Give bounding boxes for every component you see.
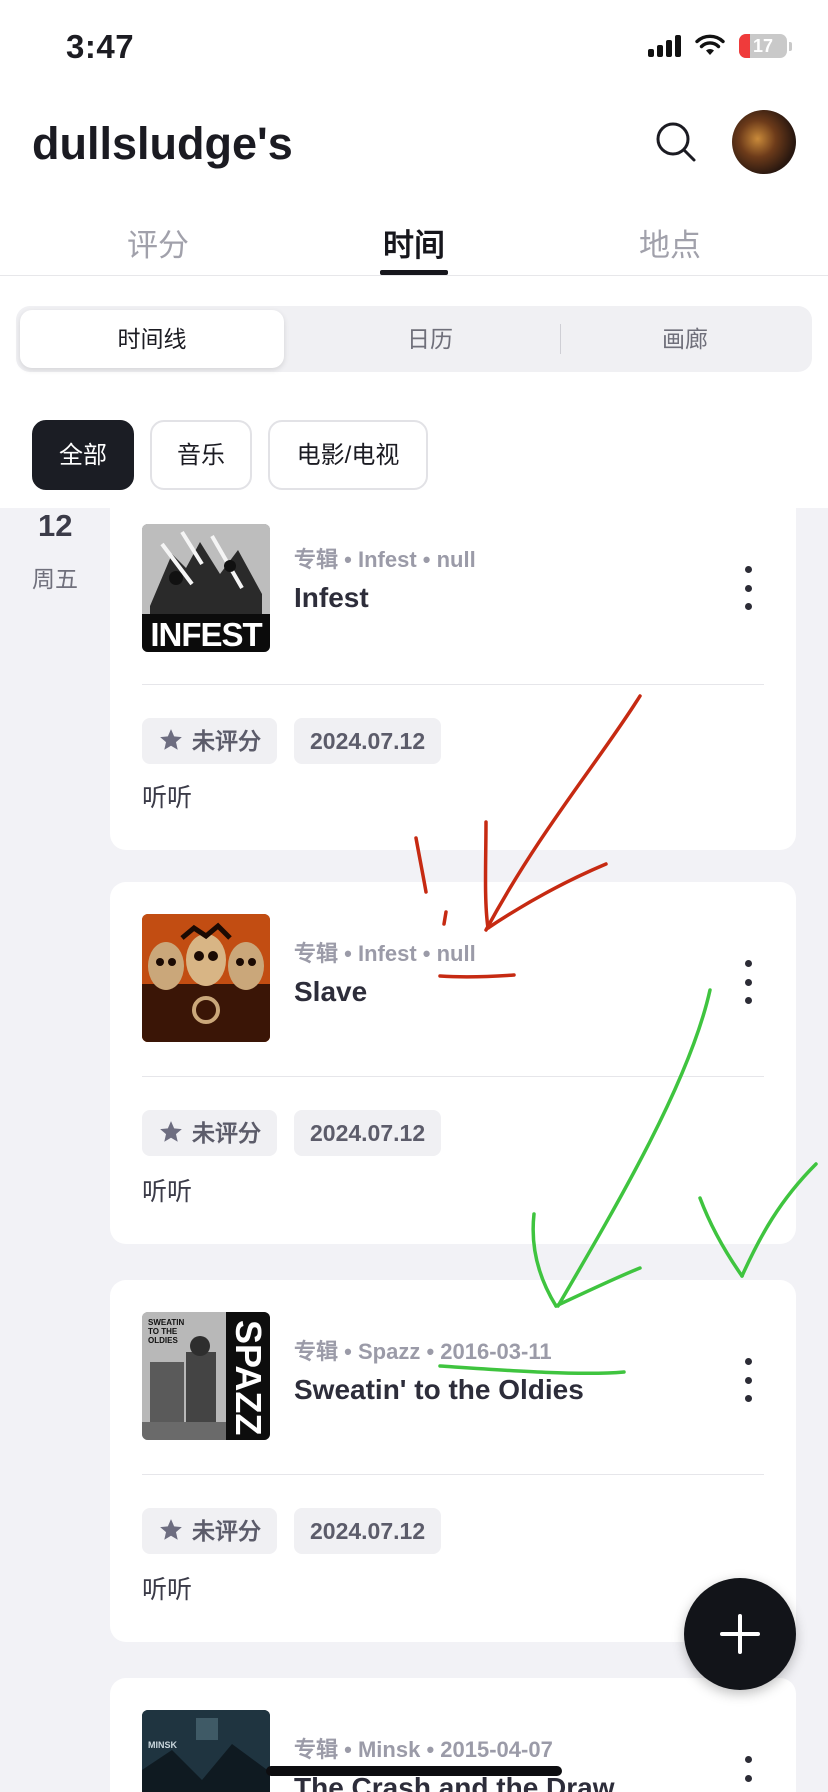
timeline-card-slave[interactable]: 专辑 • Infest • null Slave 未评分 2024.07.12 … — [110, 882, 796, 1244]
album-cover-subtitle: SWEATIN TO THE OLDIES — [148, 1318, 185, 1345]
card-divider — [142, 1474, 764, 1475]
item-release-date: null — [436, 941, 476, 966]
item-title[interactable]: Sweatin' to the Oldies — [294, 1374, 584, 1406]
battery-level: 17 — [752, 36, 774, 56]
item-meta: 专辑 • Spazz • 2016-03-11 — [294, 1334, 552, 1366]
item-type: 专辑 — [294, 941, 339, 966]
meta-separator: • — [426, 1339, 435, 1364]
active-tab-indicator — [380, 270, 448, 275]
item-meta: 专辑 • Infest • null — [294, 936, 476, 968]
item-type: 专辑 — [294, 1339, 339, 1364]
home-indicator — [266, 1766, 562, 1776]
item-release-date: 2015-04-07 — [440, 1737, 553, 1762]
filter-music[interactable]: 音乐 — [150, 420, 252, 490]
item-type: 专辑 — [294, 1737, 339, 1762]
rating-tag[interactable]: 未评分 — [142, 1110, 277, 1156]
status-bar: 3:47 17 — [0, 0, 828, 100]
more-options-button[interactable] — [736, 1358, 760, 1402]
status-icons: 17 — [648, 34, 792, 58]
star-icon — [160, 1519, 182, 1540]
album-cover-title: SPAZZ — [228, 1320, 269, 1436]
album-cover-infest[interactable]: INFEST — [142, 524, 270, 652]
album-cover-sweatin[interactable]: SWEATIN TO THE OLDIES SPAZZ — [142, 1312, 270, 1440]
view-segmented-control: 时间线 日历 画廊 — [16, 306, 812, 372]
day-weekday: 周五 — [32, 566, 78, 592]
meta-separator: • — [422, 941, 431, 966]
status-time: 3:47 — [66, 28, 135, 65]
item-note: 听听 — [142, 1576, 193, 1604]
timeline-card-infest[interactable]: INFEST 专辑 • Infest • null Infest 未评分 202… — [110, 508, 796, 850]
cellular-signal-icon — [648, 35, 681, 57]
logged-date-tag: 2024.07.12 — [294, 718, 442, 764]
item-type: 专辑 — [294, 547, 339, 572]
album-cover-slave[interactable] — [142, 914, 270, 1042]
album-cover-title: INFEST — [150, 616, 262, 652]
item-artist[interactable]: Infest — [358, 547, 417, 572]
header: dullsludge's — [0, 100, 828, 200]
meta-separator: • — [344, 1737, 352, 1762]
album-art — [142, 914, 270, 1042]
tab-time[interactable]: 时间 — [314, 220, 514, 265]
add-button[interactable] — [684, 1578, 796, 1690]
tab-rating[interactable]: 评分 — [58, 220, 258, 265]
top-tabs: 评分 时间 地点 — [0, 210, 828, 276]
meta-separator: • — [344, 1339, 352, 1364]
item-artist[interactable]: Spazz — [358, 1339, 420, 1364]
more-options-button[interactable] — [736, 960, 760, 1004]
star-icon — [160, 729, 182, 750]
day-number: 12 — [38, 508, 73, 543]
wifi-icon — [695, 34, 725, 55]
rating-label: 未评分 — [192, 728, 261, 754]
item-meta: 专辑 • Minsk • 2015-04-07 — [294, 1732, 553, 1764]
item-release-date: 2016-03-11 — [440, 1339, 552, 1364]
filter-movie-tv[interactable]: 电影/电视 — [268, 420, 428, 490]
search-icon — [656, 122, 696, 162]
album-art — [142, 1710, 270, 1792]
item-title[interactable]: Slave — [294, 976, 367, 1008]
rating-tag[interactable]: 未评分 — [142, 718, 277, 764]
segment-timeline[interactable]: 时间线 — [20, 310, 284, 368]
card-divider — [142, 1076, 764, 1077]
item-note: 听听 — [142, 784, 193, 812]
album-cover-minsk[interactable]: MINSK — [142, 1710, 270, 1792]
avatar[interactable] — [732, 110, 796, 174]
item-artist[interactable]: Minsk — [358, 1737, 420, 1762]
meta-separator: • — [426, 1737, 435, 1762]
meta-separator: • — [422, 547, 431, 572]
more-options-button[interactable] — [736, 1756, 760, 1792]
search-button[interactable] — [652, 118, 700, 166]
plus-icon — [720, 1614, 760, 1654]
battery-cap — [789, 41, 792, 51]
filter-all[interactable]: 全部 — [32, 420, 134, 490]
more-options-button[interactable] — [736, 566, 760, 610]
logged-date-tag: 2024.07.12 — [294, 1110, 442, 1156]
star-icon — [160, 1121, 182, 1142]
item-artist[interactable]: Infest — [358, 941, 417, 966]
meta-separator: • — [344, 547, 352, 572]
rating-label: 未评分 — [192, 1518, 261, 1544]
item-title[interactable]: Infest — [294, 582, 369, 614]
logged-date-tag: 2024.07.12 — [294, 1508, 442, 1554]
segment-calendar[interactable]: 日历 — [300, 306, 560, 372]
page-title: dullsludge's — [32, 118, 293, 169]
segment-gallery[interactable]: 画廊 — [560, 306, 810, 372]
album-cover-title: MINSK — [148, 1740, 177, 1750]
item-release-date: null — [436, 547, 476, 572]
item-meta: 专辑 • Infest • null — [294, 542, 476, 574]
rating-label: 未评分 — [192, 1120, 261, 1146]
tab-place[interactable]: 地点 — [570, 220, 770, 265]
item-note: 听听 — [142, 1178, 193, 1206]
meta-separator: • — [344, 941, 352, 966]
rating-tag[interactable]: 未评分 — [142, 1508, 277, 1554]
battery-icon: 17 — [739, 34, 787, 58]
card-divider — [142, 684, 764, 685]
